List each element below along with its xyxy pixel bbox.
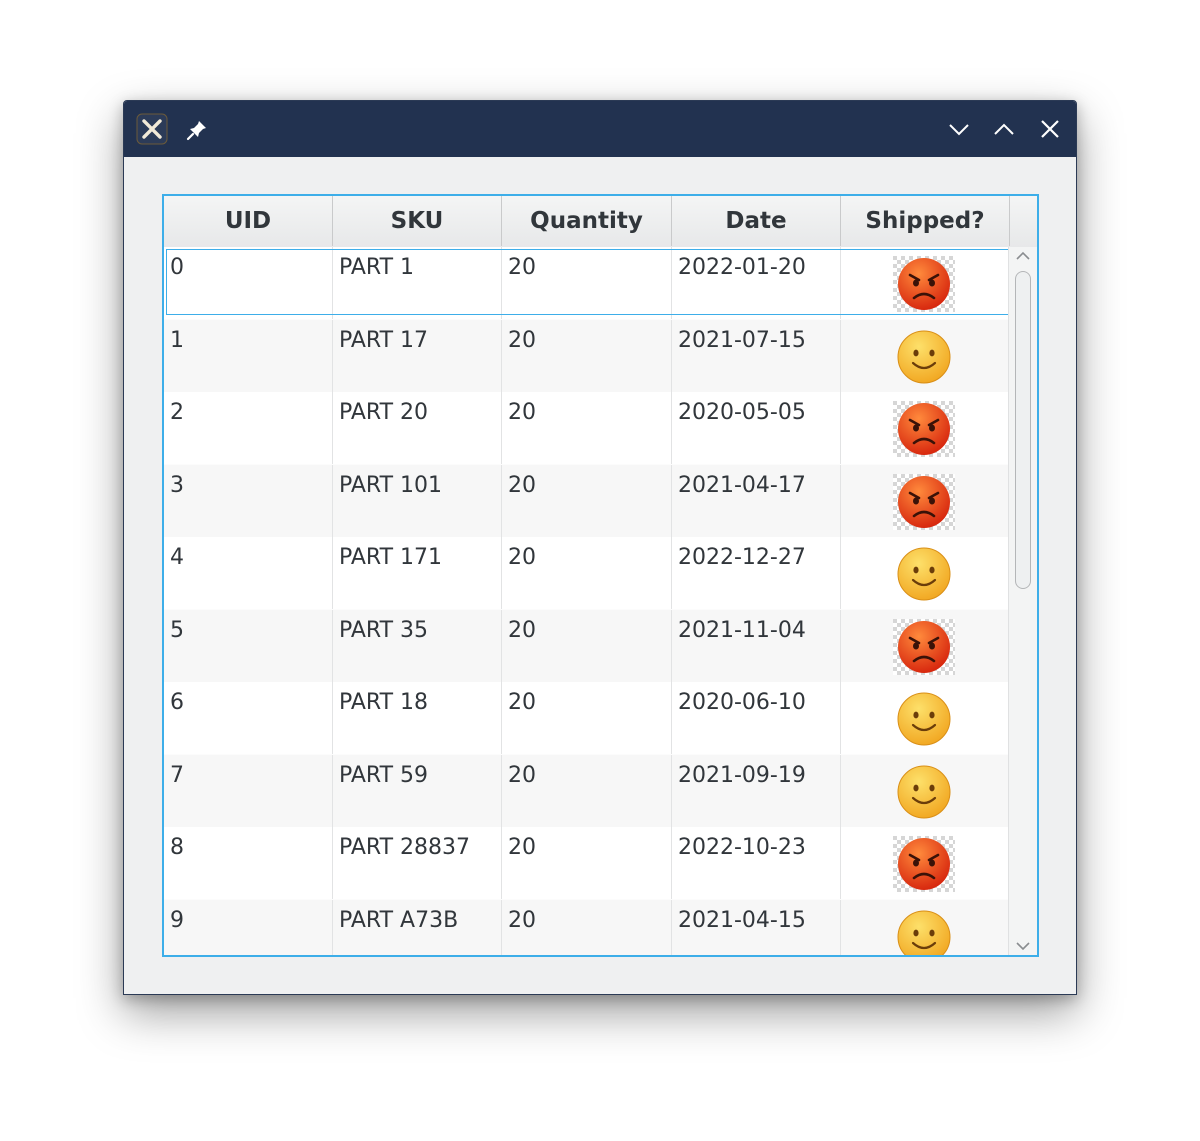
- vertical-scrollbar[interactable]: [1008, 247, 1037, 955]
- scroll-up-icon[interactable]: [1014, 249, 1032, 263]
- column-header-uid[interactable]: UID: [164, 196, 333, 246]
- sku-cell[interactable]: PART 20: [333, 392, 502, 464]
- smiley-face-icon: [897, 330, 951, 383]
- quantity-cell[interactable]: 20: [502, 464, 672, 537]
- column-header-quantity[interactable]: Quantity: [502, 196, 672, 246]
- sku-cell[interactable]: PART 28837: [333, 827, 502, 899]
- minimize-icon[interactable]: [943, 113, 975, 145]
- date-cell[interactable]: 2022-12-27: [672, 537, 841, 609]
- angry-face-icon: [893, 473, 955, 530]
- shipped-cell[interactable]: [841, 609, 1009, 682]
- shipped-cell[interactable]: [841, 899, 1009, 955]
- quantity-cell[interactable]: 20: [502, 754, 672, 827]
- scroll-down-icon[interactable]: [1014, 939, 1032, 953]
- table-row[interactable]: 2 PART 20 20 2020-05-05: [164, 392, 1009, 464]
- table-row[interactable]: 9 PART A73B 20 2021-04-15: [164, 899, 1009, 955]
- shipped-cell[interactable]: [841, 392, 1009, 464]
- column-header-shipped[interactable]: Shipped?: [841, 196, 1010, 246]
- uid-cell[interactable]: 2: [164, 392, 333, 464]
- title-bar[interactable]: [124, 101, 1076, 157]
- quantity-cell[interactable]: 20: [502, 827, 672, 899]
- date-cell[interactable]: 2021-11-04: [672, 609, 841, 682]
- quantity-cell[interactable]: 20: [502, 682, 672, 754]
- table-row[interactable]: 7 PART 59 20 2021-09-19: [164, 754, 1009, 827]
- uid-cell[interactable]: 8: [164, 827, 333, 899]
- table-row[interactable]: 4 PART 171 20 2022-12-27: [164, 537, 1009, 609]
- shipped-cell[interactable]: [841, 827, 1009, 899]
- table-body: 0 PART 1 20 2022-01-20 1 PART 17 20 2021-07-15…: [164, 247, 1009, 955]
- app-window: UID SKU Quantity Date Shipped? 0 PART 1 20…: [123, 100, 1077, 995]
- uid-cell[interactable]: 5: [164, 609, 333, 682]
- sku-cell[interactable]: PART 171: [333, 537, 502, 609]
- column-header-date[interactable]: Date: [672, 196, 841, 246]
- table-row[interactable]: 8 PART 28837 20 2022-10-23: [164, 827, 1009, 899]
- sku-cell[interactable]: PART 18: [333, 682, 502, 754]
- shipped-cell[interactable]: [841, 319, 1009, 392]
- shipped-cell[interactable]: [841, 537, 1009, 609]
- angry-face-icon: [893, 618, 955, 675]
- uid-cell[interactable]: 0: [164, 247, 333, 319]
- date-cell[interactable]: 2021-09-19: [672, 754, 841, 827]
- app-icon[interactable]: [136, 113, 168, 145]
- angry-face-icon: [893, 256, 955, 312]
- smiley-face-icon: [897, 547, 951, 601]
- sku-cell[interactable]: PART A73B: [333, 899, 502, 955]
- shipped-cell[interactable]: [841, 247, 1009, 319]
- close-icon[interactable]: [1034, 113, 1066, 145]
- shipped-cell[interactable]: [841, 754, 1009, 827]
- table-row[interactable]: 6 PART 18 20 2020-06-10: [164, 682, 1009, 754]
- uid-cell[interactable]: 4: [164, 537, 333, 609]
- uid-cell[interactable]: 7: [164, 754, 333, 827]
- date-cell[interactable]: 2021-04-15: [672, 899, 841, 955]
- smiley-face-icon: [897, 765, 951, 818]
- date-cell[interactable]: 2020-06-10: [672, 682, 841, 754]
- quantity-cell[interactable]: 20: [502, 319, 672, 392]
- table-row[interactable]: 5 PART 35 20 2021-11-04: [164, 609, 1009, 682]
- smiley-face-icon: [897, 692, 951, 746]
- quantity-cell[interactable]: 20: [502, 247, 672, 319]
- uid-cell[interactable]: 6: [164, 682, 333, 754]
- quantity-cell[interactable]: 20: [502, 392, 672, 464]
- sku-cell[interactable]: PART 35: [333, 609, 502, 682]
- sku-cell[interactable]: PART 1: [333, 247, 502, 319]
- table-header: UID SKU Quantity Date Shipped?: [164, 196, 1037, 248]
- quantity-cell[interactable]: 20: [502, 609, 672, 682]
- angry-face-icon: [893, 836, 955, 892]
- date-cell[interactable]: 2020-05-05: [672, 392, 841, 464]
- date-cell[interactable]: 2021-04-17: [672, 464, 841, 537]
- date-cell[interactable]: 2022-01-20: [672, 247, 841, 319]
- table-row[interactable]: 1 PART 17 20 2021-07-15: [164, 319, 1009, 392]
- column-header-sku[interactable]: SKU: [333, 196, 502, 246]
- sku-cell[interactable]: PART 17: [333, 319, 502, 392]
- table-row[interactable]: 3 PART 101 20 2021-04-17: [164, 464, 1009, 537]
- date-cell[interactable]: 2022-10-23: [672, 827, 841, 899]
- pin-icon[interactable]: [182, 113, 214, 145]
- shipped-cell[interactable]: [841, 682, 1009, 754]
- maximize-icon[interactable]: [988, 113, 1020, 145]
- sku-cell[interactable]: PART 101: [333, 464, 502, 537]
- quantity-cell[interactable]: 20: [502, 899, 672, 955]
- shipped-cell[interactable]: [841, 464, 1009, 537]
- angry-face-icon: [893, 401, 955, 457]
- uid-cell[interactable]: 9: [164, 899, 333, 955]
- date-cell[interactable]: 2021-07-15: [672, 319, 841, 392]
- uid-cell[interactable]: 1: [164, 319, 333, 392]
- orders-table[interactable]: UID SKU Quantity Date Shipped? 0 PART 1 20…: [162, 194, 1039, 957]
- table-row[interactable]: 0 PART 1 20 2022-01-20: [164, 247, 1009, 319]
- sku-cell[interactable]: PART 59: [333, 754, 502, 827]
- scrollbar-thumb[interactable]: [1015, 271, 1031, 589]
- quantity-cell[interactable]: 20: [502, 537, 672, 609]
- uid-cell[interactable]: 3: [164, 464, 333, 537]
- smiley-face-icon: [897, 910, 951, 955]
